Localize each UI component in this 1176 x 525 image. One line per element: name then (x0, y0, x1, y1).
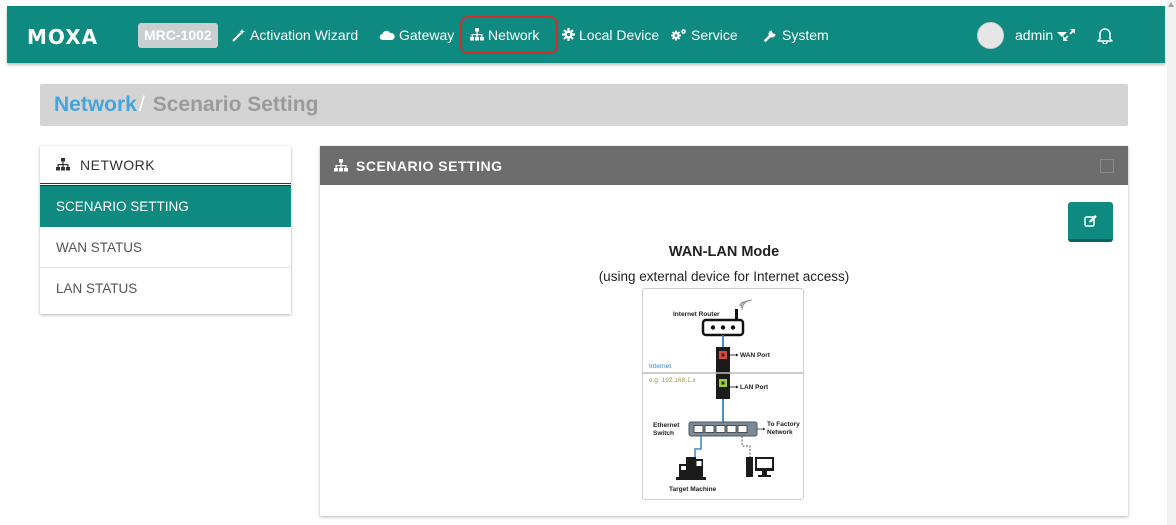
internet-router-label: Internet Router (673, 311, 720, 318)
to-factory-label: To Factory (767, 421, 800, 428)
switch-label: Switch (653, 430, 674, 437)
moxa-logo[interactable]: MOXA (27, 25, 98, 49)
nav-activation-wizard[interactable]: Activation Wizard (231, 6, 358, 63)
fullscreen-button[interactable] (1058, 24, 1080, 46)
sidebar-item-lan-status[interactable]: LAN STATUS (40, 268, 291, 309)
wrench-icon (764, 30, 776, 42)
diagram-drawing (643, 299, 803, 480)
model-badge: MRC-1002 (138, 23, 218, 48)
collapse-button[interactable] (1100, 159, 1114, 173)
user-name: admin (1015, 26, 1054, 43)
sidebar-item-scenario-setting[interactable]: SCENARIO SETTING (40, 186, 291, 227)
page-scrollbar[interactable] (1167, 0, 1176, 525)
notifications-button[interactable] (1094, 24, 1116, 46)
breadcrumb: Network / Scenario Setting (40, 84, 1128, 126)
scenario-setting-panel: SCENARIO SETTING WAN-LAN Mode (using ext… (320, 146, 1128, 516)
sidebar-header-label: NETWORK (80, 156, 156, 173)
nav-activation-wizard-label: Activation Wizard (250, 26, 359, 43)
sidebar: NETWORK SCENARIO SETTING WAN STATUS LAN … (40, 146, 291, 314)
panel-title: SCENARIO SETTING (356, 157, 503, 174)
nav-system[interactable]: System (764, 6, 829, 63)
sidebar-item-label: WAN STATUS (56, 239, 142, 255)
lan-port-label: LAN Port (740, 384, 769, 391)
network-icon (334, 159, 348, 172)
ethernet-label: Ethernet (653, 422, 680, 429)
wand-icon (232, 28, 245, 42)
breadcrumb-separator: / (138, 93, 145, 116)
sidebar-item-label: SCENARIO SETTING (56, 199, 189, 214)
breadcrumb-network-link[interactable]: Network (54, 93, 137, 117)
edit-button[interactable] (1068, 202, 1113, 242)
expand-icon (1063, 29, 1075, 41)
breadcrumb-current: Scenario Setting (152, 93, 319, 116)
nav-service[interactable]: Service (671, 6, 738, 63)
wan-port-label: WAN Port (740, 352, 770, 359)
nav-local-device[interactable]: Local Device (562, 6, 659, 63)
scroll-up-arrow[interactable] (1168, 2, 1174, 7)
nav-system-label: System (782, 26, 829, 43)
sidebar-item-wan-status[interactable]: WAN STATUS (40, 227, 291, 268)
internet-label: Internet (649, 363, 672, 370)
wan-lan-diagram: Internet Router WAN Port LAN Port Intern… (642, 288, 804, 500)
network-highlight-box (460, 16, 558, 54)
avatar[interactable] (977, 22, 1004, 49)
gear-icon (562, 28, 575, 41)
mode-title: WAN-LAN Mode (668, 244, 780, 260)
edit-icon (1083, 215, 1097, 227)
panel-header: SCENARIO SETTING (320, 146, 1128, 185)
nav-service-label: Service (691, 26, 738, 43)
sidebar-item-label: LAN STATUS (56, 281, 138, 296)
nav-local-device-label: Local Device (579, 26, 660, 43)
mode-subtitle: (using external device for Internet acce… (598, 269, 850, 284)
top-navbar: MOXA MRC-1002 Activation Wizard Gateway … (7, 6, 1165, 63)
target-machine-label: Target Machine (669, 486, 717, 493)
gears-icon (671, 29, 686, 41)
sidebar-header: NETWORK (40, 146, 291, 186)
cloud-icon (379, 30, 395, 40)
bell-icon (1097, 28, 1113, 44)
nav-gateway-label: Gateway (399, 26, 455, 43)
ip-example-label: e.g. 192.168.1.x (649, 377, 696, 384)
network-icon (56, 158, 70, 171)
network-label: Network (767, 429, 793, 436)
nav-gateway[interactable]: Gateway (379, 6, 454, 63)
